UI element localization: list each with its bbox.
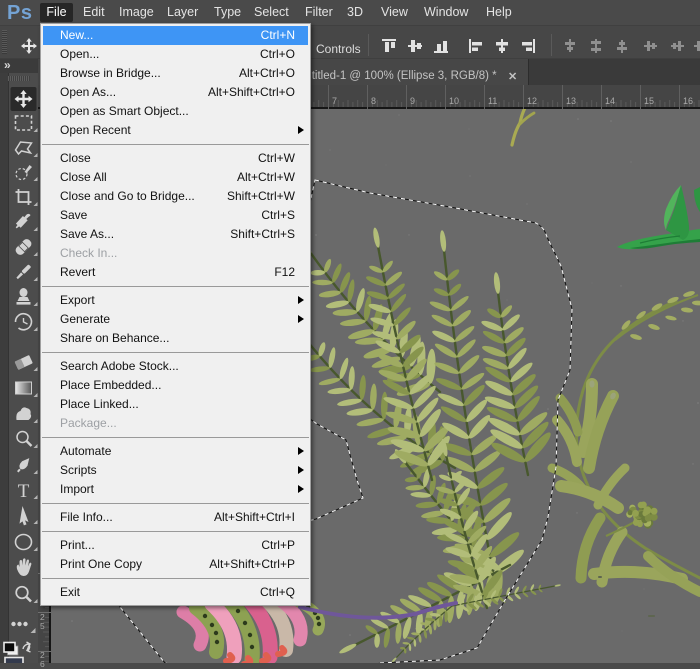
svg-text:T: T — [18, 481, 30, 502]
